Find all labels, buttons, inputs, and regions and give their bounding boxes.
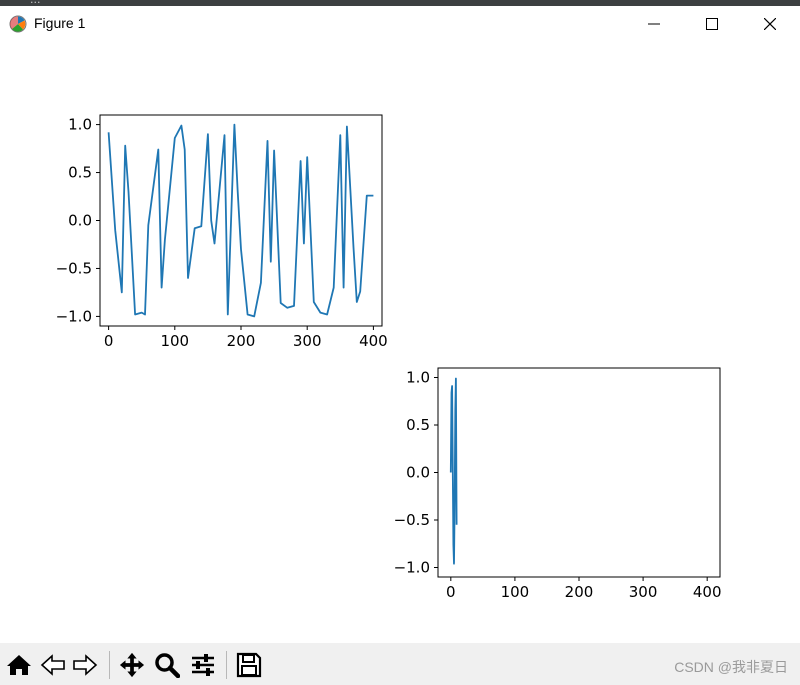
x-tick-label: 200 — [227, 332, 256, 350]
configure-subplots-button[interactable] — [190, 652, 216, 678]
window-titlebar: Figure 1 — [0, 6, 800, 42]
x-tick-label: 0 — [446, 583, 456, 601]
y-tick-label: −0.5 — [56, 259, 92, 277]
x-tick-label: 300 — [629, 583, 658, 601]
axes-1: 0 100 200 300 400 1.0 0.5 0.0 −0.5 −1.0 — [56, 114, 388, 350]
forward-arrow-icon — [73, 654, 98, 676]
forward-button[interactable] — [72, 652, 98, 678]
minimize-icon — [648, 23, 660, 25]
x-tick-label: 0 — [104, 332, 114, 350]
figure-canvas[interactable]: 0 100 200 300 400 1.0 0.5 0.0 −0.5 −1.0 0 100 200 300… — [0, 42, 800, 643]
close-icon — [764, 18, 776, 30]
home-button[interactable] — [6, 652, 32, 678]
series-line — [449, 377, 458, 565]
maximize-icon — [706, 18, 718, 30]
minimize-button[interactable] — [625, 6, 683, 42]
pan-button[interactable] — [119, 652, 145, 678]
sliders-icon — [192, 654, 214, 676]
x-tick-label: 200 — [565, 583, 594, 601]
matplotlib-logo-icon — [9, 15, 27, 33]
y-tick-label: 1.0 — [406, 369, 430, 387]
y-tick-label: −1.0 — [394, 559, 430, 577]
x-tick-label: 400 — [359, 332, 388, 350]
x-tick-label: 400 — [693, 583, 722, 601]
magnifier-icon — [155, 653, 180, 678]
save-button[interactable] — [236, 652, 262, 678]
home-icon — [7, 655, 31, 675]
axes-2: 0 100 200 300 400 1.0 0.5 0.0 −0.5 −1.0 — [394, 367, 722, 601]
figure-svg: 0 100 200 300 400 1.0 0.5 0.0 −0.5 −1.0 0 100 200 300… — [56, 114, 722, 601]
y-tick-label: 0.5 — [68, 164, 92, 182]
window-title: Figure 1 — [34, 15, 86, 31]
back-button[interactable] — [40, 652, 66, 678]
y-tick-label: 0.0 — [68, 212, 92, 230]
watermark-text: CSDN @我非夏日 — [674, 659, 788, 675]
series-line — [107, 123, 374, 318]
toolbar-separator — [226, 651, 227, 679]
close-button[interactable] — [741, 6, 799, 42]
y-tick-label: −0.5 — [394, 511, 430, 529]
maximize-button[interactable] — [683, 6, 741, 42]
x-tick-label: 300 — [293, 332, 322, 350]
navigation-toolbar: CSDN @我非夏日 — [0, 643, 800, 685]
x-tick-label: 100 — [501, 583, 530, 601]
y-tick-label: −1.0 — [56, 307, 92, 325]
x-tick-label: 100 — [160, 332, 189, 350]
zoom-button[interactable] — [154, 652, 180, 678]
y-tick-label: 0.5 — [406, 416, 430, 434]
back-arrow-icon — [40, 654, 65, 676]
floppy-disk-icon — [236, 652, 262, 678]
axes-frame — [437, 367, 721, 578]
y-tick-label: 1.0 — [68, 116, 92, 134]
y-tick-label: 0.0 — [406, 464, 430, 482]
toolbar-separator — [109, 651, 110, 679]
move-arrows-icon — [119, 652, 145, 678]
